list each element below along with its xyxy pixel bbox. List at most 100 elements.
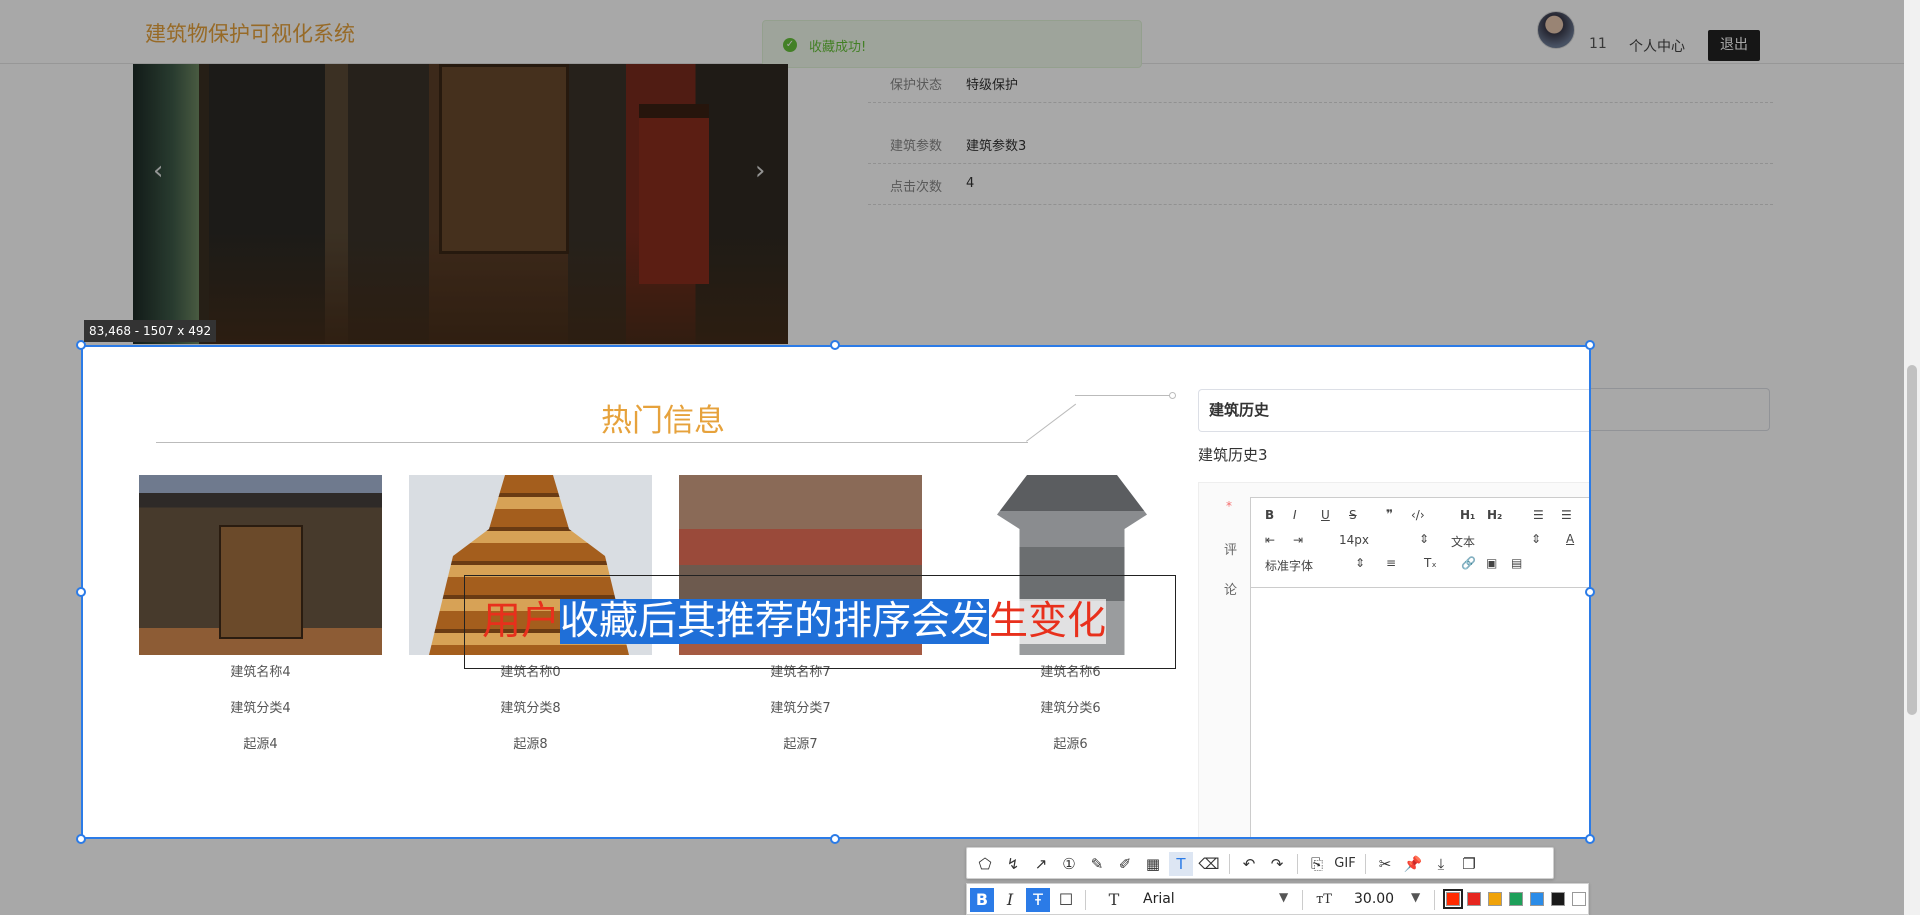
background-color-icon[interactable]: A: [1589, 532, 1591, 546]
chevron-down-icon[interactable]: ▼: [1411, 890, 1420, 904]
header1-icon[interactable]: H₁: [1460, 508, 1475, 522]
color-swatch[interactable]: [1509, 892, 1523, 906]
arrow-icon[interactable]: ↗: [1029, 852, 1053, 876]
strike-icon[interactable]: S: [1349, 508, 1357, 522]
title-diagonal-line: [1026, 403, 1077, 442]
hot-card[interactable]: 建筑名称4 建筑分类4 起源4: [139, 475, 382, 763]
clear-format-icon[interactable]: Tₓ: [1424, 556, 1437, 570]
text-background-toggle[interactable]: ☐: [1054, 888, 1078, 912]
text-annotation[interactable]: 用户收藏后其推荐的排序会发生变化: [482, 592, 1107, 652]
card-origin: 起源7: [783, 737, 818, 752]
bullet-list-icon[interactable]: ☰: [1561, 508, 1572, 522]
font-select-arrows-icon: ⇕: [1355, 556, 1366, 570]
header2-icon[interactable]: H₂: [1487, 508, 1502, 522]
building-image[interactable]: [139, 475, 382, 655]
chevron-down-icon[interactable]: ▼: [1279, 890, 1288, 904]
card-origin: 起源4: [243, 737, 278, 752]
pen-icon[interactable]: ✎: [1085, 852, 1109, 876]
editor-toolbar: B I U S ❞ ‹/› H₁ H₂ ☰ ☰ x₂ x² ⇤ ⇥ 14px ⇕…: [1251, 498, 1591, 588]
annotation-part: 生变化: [989, 599, 1107, 644]
color-swatch[interactable]: [1488, 892, 1502, 906]
italic-icon[interactable]: I: [1293, 508, 1297, 522]
size-select-arrows-icon: ⇕: [1419, 532, 1430, 546]
mosaic-icon[interactable]: ▦: [1141, 852, 1165, 876]
number-marker-icon[interactable]: ①: [1057, 852, 1081, 876]
scrollbar-thumb[interactable]: [1907, 365, 1917, 715]
annotation-part: 用户: [482, 599, 561, 644]
font-select[interactable]: 标准字体: [1265, 557, 1313, 574]
image-icon[interactable]: ▣: [1486, 556, 1497, 570]
hot-info-title: 热门信息: [601, 403, 725, 439]
color-swatch[interactable]: [1467, 892, 1481, 906]
history-text: 建筑历史3: [1198, 446, 1268, 464]
card-category: 建筑分类4: [230, 701, 291, 716]
font-size-value[interactable]: 30.00: [1354, 891, 1394, 907]
font-icon: T: [1108, 890, 1120, 909]
card-category: 建筑分类8: [500, 701, 561, 716]
video-icon[interactable]: ▤: [1511, 556, 1522, 570]
text-format-toolbar: B I Ŧ ☐ T Arial ▼ ᴛT 30.00 ▼: [966, 883, 1589, 915]
title-underline: [156, 442, 1028, 443]
code-block-icon[interactable]: ‹/›: [1411, 508, 1425, 522]
resize-handle-sw[interactable]: [76, 834, 86, 844]
italic-toggle[interactable]: I: [998, 888, 1022, 912]
resize-handle-s[interactable]: [830, 834, 840, 844]
card-origin: 起源8: [513, 737, 548, 752]
outdent-icon[interactable]: ⇤: [1265, 533, 1275, 547]
color-swatch[interactable]: [1572, 892, 1586, 906]
undo-icon[interactable]: ↶: [1237, 852, 1261, 876]
indent-icon[interactable]: ⇥: [1293, 533, 1303, 547]
polyline-icon[interactable]: ↯: [1001, 852, 1025, 876]
pin-icon[interactable]: 📌: [1401, 852, 1425, 876]
shape-icon[interactable]: ⬠: [973, 852, 997, 876]
resize-handle-e[interactable]: [1585, 587, 1595, 597]
card-name: 建筑名称4: [230, 665, 291, 680]
text-color-icon[interactable]: A: [1566, 532, 1574, 546]
link-icon[interactable]: 🔗: [1461, 556, 1476, 570]
resize-handle-se[interactable]: [1585, 834, 1595, 844]
eraser-icon[interactable]: ⌫: [1197, 852, 1221, 876]
card-origin: 起源6: [1053, 737, 1088, 752]
redo-icon[interactable]: ↷: [1265, 852, 1289, 876]
toolbar-divider: [1302, 890, 1303, 910]
resize-handle-ne[interactable]: [1585, 340, 1595, 350]
blockquote-icon[interactable]: ❞: [1386, 507, 1393, 521]
color-swatch[interactable]: [1530, 892, 1544, 906]
color-swatch[interactable]: [1443, 889, 1463, 909]
text-tool-icon[interactable]: T: [1169, 852, 1193, 876]
comment-form: * 评 论 B I U S ❞ ‹/› H₁ H₂ ☰ ☰ x₂ x² ⇤ ⇥ …: [1198, 482, 1591, 837]
history-label-field: 建筑历史: [1198, 389, 1589, 432]
toolbar-divider: [1297, 854, 1298, 874]
bold-toggle[interactable]: B: [970, 888, 994, 912]
header-select[interactable]: 文本: [1451, 533, 1475, 550]
toolbar-divider: [1365, 854, 1366, 874]
gif-button[interactable]: GIF: [1333, 852, 1357, 876]
size-select[interactable]: 14px: [1339, 533, 1369, 547]
screenshot-toolbar: ⬠ ↯ ↗ ① ✎ ✐ ▦ T ⌫ ↶ ↷ ⎘ GIF ✂ 📌 ⤓ ❐: [966, 847, 1554, 879]
copy-icon[interactable]: ❐: [1457, 852, 1481, 876]
resize-handle-w[interactable]: [76, 587, 86, 597]
color-swatch[interactable]: [1551, 892, 1565, 906]
font-size-icon: ᴛT: [1316, 892, 1332, 907]
page-scrollbar[interactable]: [1904, 0, 1920, 915]
comment-label-char: 评: [1224, 543, 1238, 558]
download-icon[interactable]: ⤓: [1429, 852, 1453, 876]
long-screenshot-icon[interactable]: ⎘: [1305, 852, 1329, 876]
toolbar-divider: [1085, 890, 1086, 910]
comment-label-char: 论: [1224, 583, 1238, 598]
resize-handle-n[interactable]: [830, 340, 840, 350]
annotation-part-selected: 收藏后其推荐的排序会发: [560, 599, 990, 644]
required-mark: *: [1226, 499, 1232, 513]
align-icon[interactable]: ≡: [1386, 556, 1396, 570]
card-category: 建筑分类7: [770, 701, 831, 716]
cancel-icon[interactable]: ✂: [1373, 852, 1397, 876]
bold-icon[interactable]: B: [1265, 508, 1274, 522]
font-family-select[interactable]: Arial: [1143, 891, 1175, 907]
underline-icon[interactable]: U: [1321, 508, 1330, 522]
toolbar-divider: [1434, 890, 1435, 910]
header-select-arrows-icon: ⇕: [1531, 532, 1542, 546]
ordered-list-icon[interactable]: ☰: [1533, 508, 1544, 522]
marker-icon[interactable]: ✐: [1113, 852, 1137, 876]
rich-text-editor[interactable]: B I U S ❞ ‹/› H₁ H₂ ☰ ☰ x₂ x² ⇤ ⇥ 14px ⇕…: [1250, 497, 1591, 837]
text-outline-toggle[interactable]: Ŧ: [1026, 888, 1050, 912]
